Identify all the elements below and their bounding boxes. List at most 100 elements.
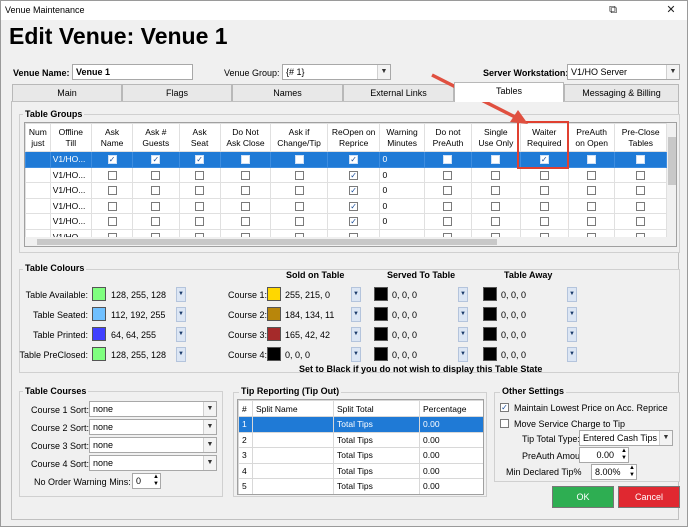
check-cell[interactable] [567,182,616,199]
check-cell[interactable] [614,166,667,183]
tip-pct-cell[interactable]: 0.00 [419,478,483,494]
preauth-amount-input[interactable]: 0.00 ▲ ▼ [579,447,629,463]
checkbox[interactable] [151,217,161,227]
scroll-thumb-h[interactable] [37,239,497,245]
checkbox[interactable] [195,201,205,211]
column-header[interactable]: Ask # Guests [132,123,180,152]
check-cell[interactable] [132,213,180,230]
column-header[interactable]: Split Total [333,400,420,417]
tip-total-cell[interactable]: Total Tips [333,462,420,479]
colour-swatch[interactable] [483,347,497,361]
tip-name-cell[interactable] [252,431,334,448]
warning-minutes-cell[interactable]: 0 [379,151,425,168]
vertical-scrollbar[interactable] [667,123,676,246]
colour-swatch[interactable] [374,307,388,321]
tab-main[interactable]: Main [12,84,122,101]
horizontal-scrollbar[interactable] [25,237,667,246]
checkbox[interactable] [107,170,117,180]
checkbox[interactable] [491,217,501,227]
colour-swatch[interactable] [483,307,497,321]
check-cell[interactable] [567,197,616,214]
spinner-icon[interactable]: ▲ ▼ [153,474,159,488]
chevron-down-icon[interactable]: ▼ [351,347,361,362]
tip-total-cell[interactable]: Total Tips [333,447,420,464]
colour-swatch[interactable] [483,327,497,341]
check-cell[interactable] [423,182,473,199]
checkbox[interactable] [349,186,359,196]
tip-total-cell[interactable]: Total Tips [333,478,420,494]
chevron-down-icon[interactable]: ▼ [666,65,679,79]
check-cell[interactable] [614,151,667,168]
chevron-down-icon[interactable]: ▼ [351,307,361,322]
check-cell[interactable] [326,197,381,214]
tip-reporting-grid[interactable]: # Split Name Split Total Percentage 1 Total … [237,399,484,495]
checkbox[interactable] [636,201,646,211]
check-cell[interactable] [423,213,473,230]
checkbox[interactable] [491,186,501,196]
check-cell[interactable] [471,213,521,230]
tip-pct-cell[interactable]: 0.00 [419,416,483,433]
check-cell[interactable] [519,213,569,230]
spinner-icon[interactable]: ▲ ▼ [629,465,635,479]
tip-total-cell[interactable]: Total Tips [333,431,420,448]
checkbox[interactable] [539,170,549,180]
checkbox[interactable] [195,170,205,180]
check-cell[interactable] [270,166,328,183]
checkbox[interactable] [636,170,646,180]
checkbox[interactable] [107,217,117,227]
check-cell[interactable] [326,151,381,168]
check-cell[interactable] [90,151,134,168]
min-declared-tip-input[interactable]: 8.00% ▲ ▼ [591,464,637,480]
column-header[interactable]: Ask Seat [178,123,221,152]
offline-till-cell[interactable]: V1/HO... [49,213,92,230]
column-header[interactable]: Offline Till [49,123,92,152]
checkbox[interactable] [151,201,161,211]
checkbox[interactable] [151,155,161,165]
column-header[interactable]: Num just [25,123,51,152]
checkbox[interactable] [294,217,304,227]
check-cell[interactable] [178,197,221,214]
tip-name-cell[interactable] [252,462,334,479]
chevron-down-icon[interactable]: ▼ [567,347,577,362]
colour-swatch[interactable] [267,307,281,321]
offline-till-cell[interactable]: V1/HO... [49,197,92,214]
chevron-down-icon[interactable]: ▼ [176,327,186,342]
check-cell[interactable] [519,182,569,199]
column-header[interactable]: # [238,400,253,417]
offline-till-cell[interactable]: V1/HO... [49,151,92,168]
checkbox[interactable] [491,170,501,180]
checkbox[interactable] [443,217,453,227]
tip-pct-cell[interactable]: 0.00 [419,462,483,479]
checkbox[interactable] [539,186,549,196]
warning-minutes-cell[interactable]: 0 [379,213,425,230]
checkbox[interactable] [107,201,117,211]
checkbox[interactable] [107,155,117,165]
colour-swatch[interactable] [92,327,106,341]
num-cell[interactable] [25,151,51,168]
checkbox[interactable] [443,186,453,196]
check-cell[interactable] [326,166,381,183]
chevron-down-icon[interactable]: ▼ [567,327,577,342]
column-header[interactable]: PreAuth on Open [567,123,616,152]
check-cell[interactable] [567,151,616,168]
checkbox[interactable] [636,186,646,196]
checkbox[interactable] [294,186,304,196]
chevron-down-icon[interactable]: ▼ [176,347,186,362]
check-cell[interactable] [178,213,221,230]
restore-icon[interactable]: ⧉ [598,2,628,19]
check-cell[interactable] [519,197,569,214]
table-groups-grid[interactable]: Num just Offline Till Ask Name Ask # Guests… [24,122,677,247]
check-cell[interactable] [178,166,221,183]
check-cell[interactable] [270,182,328,199]
check-cell[interactable] [90,213,134,230]
column-header[interactable]: Ask if Change/Tip [270,123,328,152]
checkbox[interactable] [443,170,453,180]
tip-name-cell[interactable] [252,447,334,464]
tip-pct-cell[interactable]: 0.00 [419,431,483,448]
checkbox[interactable] [240,201,250,211]
chevron-down-icon[interactable]: ▼ [567,307,577,322]
chevron-down-icon[interactable]: ▼ [351,327,361,342]
checkbox[interactable] [349,155,359,165]
checkbox[interactable] [539,201,549,211]
checkbox[interactable] [587,217,597,227]
